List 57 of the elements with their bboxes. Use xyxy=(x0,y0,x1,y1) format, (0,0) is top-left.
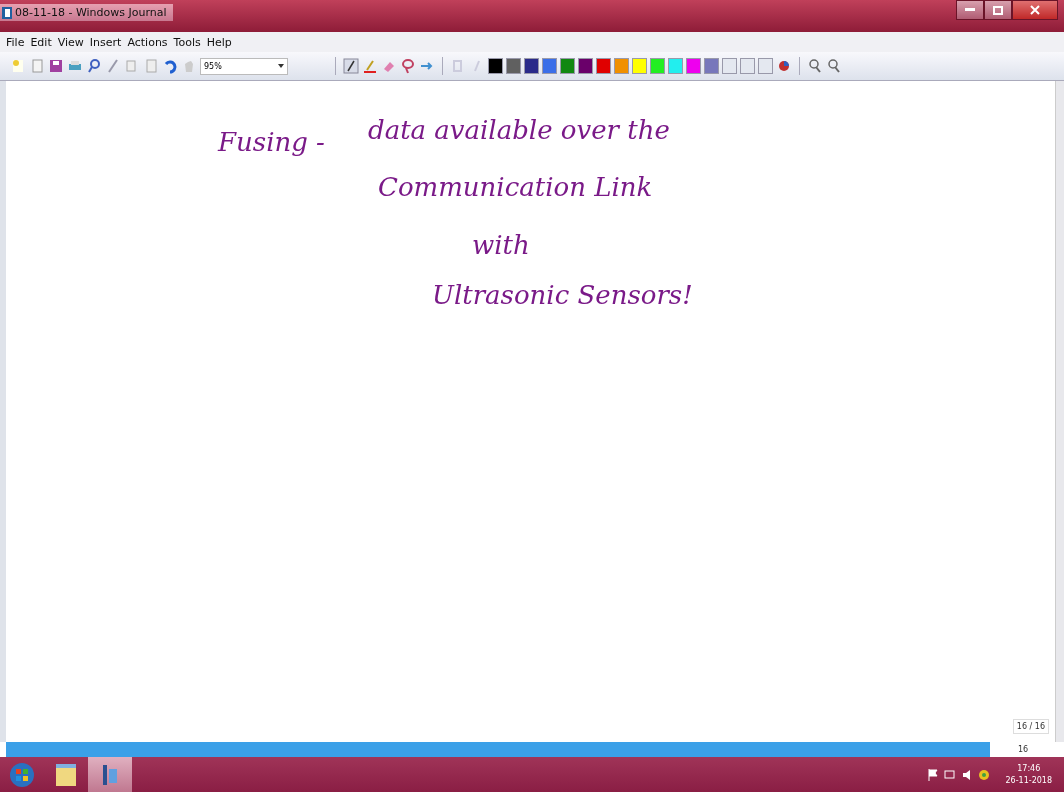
highlighter-icon[interactable] xyxy=(362,58,378,74)
menu-item[interactable]: Tools xyxy=(173,35,201,49)
color-swatch[interactable] xyxy=(686,58,701,74)
color-swatch[interactable] xyxy=(488,58,503,74)
window-title: 08-11-18 - Windows Journal xyxy=(15,6,167,19)
handwritten-text: with xyxy=(472,230,530,260)
clock[interactable]: 17:46 26-11-2018 xyxy=(1005,762,1052,787)
speaker-icon[interactable] xyxy=(961,768,972,781)
app-icon xyxy=(2,6,12,19)
undo-icon[interactable] xyxy=(162,58,178,74)
menu-item[interactable]: Edit xyxy=(30,35,52,49)
menu-item[interactable]: Actions xyxy=(127,35,168,49)
zoom-dropdown[interactable]: 95% xyxy=(200,57,288,75)
color-swatch[interactable] xyxy=(560,58,575,74)
color-swatch[interactable] xyxy=(758,58,773,74)
pen-icon[interactable] xyxy=(343,58,359,74)
minimize-icon xyxy=(965,8,975,12)
flag-icon[interactable] xyxy=(927,768,938,781)
color-swatch[interactable] xyxy=(632,58,647,74)
journal-taskbar-icon[interactable] xyxy=(88,757,132,792)
color-swatch[interactable] xyxy=(596,58,611,74)
maximize-icon xyxy=(993,5,1003,15)
color-swatch[interactable] xyxy=(614,58,629,74)
handwritten-text: Fusing - xyxy=(218,127,325,157)
color-swatch[interactable] xyxy=(722,58,737,74)
minimize-button[interactable] xyxy=(956,0,984,20)
zoom-out-icon[interactable] xyxy=(826,58,842,74)
handwritten-text: data available over the xyxy=(368,115,670,145)
color-swatch[interactable] xyxy=(506,58,521,74)
color-swatch[interactable] xyxy=(650,58,665,74)
color-swatch[interactable] xyxy=(542,58,557,74)
windows-logo-icon xyxy=(9,761,35,788)
color-swatch[interactable] xyxy=(578,58,593,74)
menu-item[interactable]: File xyxy=(6,35,25,49)
color-swatch[interactable] xyxy=(740,58,755,74)
menu-item[interactable]: Insert xyxy=(89,35,122,49)
handwritten-text: Communication Link xyxy=(378,172,653,202)
close-icon xyxy=(1030,5,1040,15)
search-icon[interactable] xyxy=(86,58,102,74)
page-indicator: 16 / 16 xyxy=(1012,719,1049,734)
color-wheel-icon[interactable] xyxy=(776,58,792,74)
color-swatch[interactable] xyxy=(704,58,719,74)
maximize-button[interactable] xyxy=(984,0,1012,20)
new-page-icon[interactable] xyxy=(10,58,26,74)
menu-item[interactable]: Help xyxy=(206,35,232,49)
color-swatch[interactable] xyxy=(524,58,539,74)
save-icon[interactable] xyxy=(48,58,64,74)
vertical-scrollbar[interactable] xyxy=(1055,81,1064,742)
menu-item[interactable]: View xyxy=(57,35,84,49)
lasso-icon[interactable] xyxy=(400,58,416,74)
handwritten-text: Ultrasonic Sensors! xyxy=(432,280,693,310)
caret-icon xyxy=(278,64,284,68)
page-number: 16 xyxy=(1018,745,1029,754)
color-swatch[interactable] xyxy=(668,58,683,74)
zoom-in-icon[interactable] xyxy=(807,58,823,74)
close-button[interactable] xyxy=(1012,0,1058,20)
status-circle-icon[interactable] xyxy=(977,768,990,781)
